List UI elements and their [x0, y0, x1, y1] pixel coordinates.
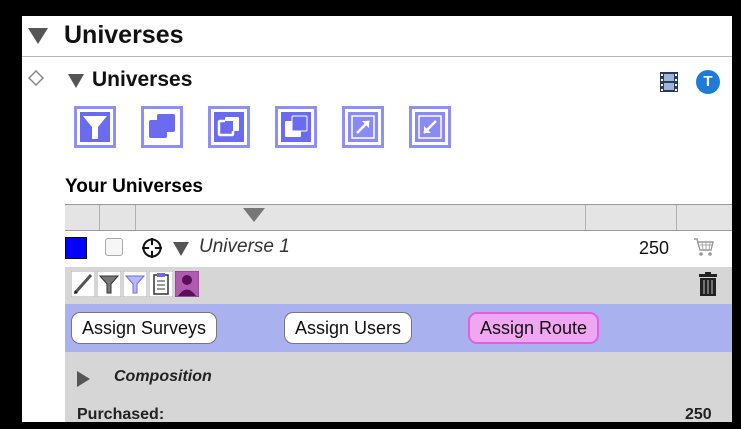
table-row[interactable]: Universe 1 250 — [65, 232, 732, 266]
pencil-icon[interactable] — [71, 271, 95, 297]
panel-title: Universes — [64, 21, 184, 49]
trash-icon[interactable] — [697, 271, 719, 297]
assign-surveys-button[interactable]: Assign Surveys — [71, 312, 218, 344]
intersect-icon — [214, 112, 244, 142]
union-icon — [147, 112, 177, 142]
expand-icon — [348, 112, 378, 142]
assign-users-button[interactable]: Assign Users — [284, 312, 413, 344]
info-icon[interactable]: T — [696, 70, 720, 94]
filter-icon — [80, 112, 110, 142]
purchased-label: Purchased: — [77, 406, 165, 422]
cart-icon[interactable] — [693, 237, 715, 257]
column-header-select[interactable] — [100, 205, 136, 230]
union-tool-button[interactable] — [141, 106, 183, 148]
film-icon[interactable] — [659, 71, 679, 93]
universe-details: Assign Surveys Assign Users Assign Route… — [65, 267, 732, 422]
intersect-tool-button[interactable] — [208, 106, 250, 148]
composition-expand-icon[interactable] — [77, 371, 90, 387]
shrink-icon — [415, 112, 445, 142]
user-icon[interactable] — [175, 271, 199, 297]
filter-tool-button[interactable] — [74, 106, 116, 148]
crosshair-icon[interactable] — [141, 237, 163, 259]
collapse-triangle-icon[interactable] — [28, 28, 48, 44]
composition-label[interactable]: Composition — [114, 368, 212, 386]
panel-header[interactable]: Universes — [22, 16, 732, 57]
section-title: Universes — [92, 68, 193, 91]
universe-name[interactable]: Universe 1 — [199, 236, 290, 258]
subtract-icon — [281, 112, 311, 142]
column-header-color[interactable] — [65, 205, 100, 230]
sort-indicator-icon — [243, 208, 265, 222]
diamond-icon[interactable] — [28, 70, 44, 86]
color-swatch[interactable] — [65, 237, 87, 259]
select-checkbox[interactable] — [105, 238, 123, 256]
purchased-value: 250 — [685, 406, 712, 422]
section-collapse-icon[interactable] — [68, 74, 84, 88]
assign-route-button[interactable]: Assign Route — [468, 312, 600, 344]
universe-count: 250 — [639, 238, 670, 258]
column-header-name[interactable] — [136, 205, 586, 230]
table-header — [65, 204, 732, 231]
shrink-tool-button[interactable] — [409, 106, 451, 148]
subtract-tool-button[interactable] — [275, 106, 317, 148]
filter-list-icon[interactable] — [123, 271, 147, 297]
assign-bar: Assign Surveys Assign Users Assign Route — [65, 304, 732, 352]
universes-panel: Universes Universes T Your Universes Uni… — [22, 16, 732, 422]
expand-tool-button[interactable] — [342, 106, 384, 148]
filter-small-icon[interactable] — [97, 271, 121, 297]
list-heading: Your Universes — [65, 176, 203, 197]
column-header-count[interactable] — [586, 205, 677, 230]
column-header-cart[interactable] — [677, 205, 731, 230]
expand-row-icon[interactable] — [173, 242, 189, 256]
clipboard-icon[interactable] — [149, 271, 173, 297]
window-frame: Universes Universes T Your Universes Uni… — [0, 0, 741, 429]
section-header: Universes T — [22, 60, 732, 100]
